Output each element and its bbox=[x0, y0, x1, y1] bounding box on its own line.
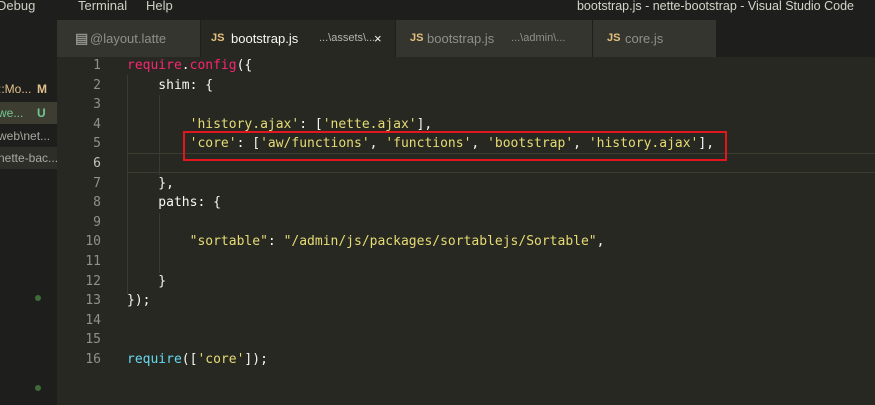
line-number: 4 bbox=[93, 116, 101, 132]
status-dot-icon bbox=[35, 295, 41, 301]
code-token: shim: { bbox=[127, 77, 214, 93]
red-highlight-box bbox=[183, 131, 727, 161]
menu-terminal[interactable]: Terminal bbox=[78, 0, 127, 16]
tab-label: core.js bbox=[625, 31, 664, 46]
git-status-badge: U bbox=[37, 106, 46, 120]
code-token: require bbox=[127, 58, 182, 73]
line-number: 8 bbox=[93, 195, 101, 211]
window-title: bootstrap.js - nette-bootstrap - Visual … bbox=[576, 0, 854, 13]
code-token: } bbox=[127, 273, 167, 289]
code-token: paths: { bbox=[127, 195, 221, 211]
code-line-2: shim: { bbox=[127, 76, 213, 96]
code-token: : [ bbox=[299, 116, 323, 132]
tab-core-js[interactable]: JS core.js bbox=[593, 20, 717, 57]
sidebar-item[interactable]: ::Mo... M bbox=[0, 78, 57, 100]
tab-bootstrap-assets[interactable]: JS bootstrap.js ...\assets\... × bbox=[201, 20, 396, 57]
sidebar-item-label: nette-bac... bbox=[0, 151, 57, 165]
line-number: 9 bbox=[93, 214, 101, 230]
line-number: 13 bbox=[85, 293, 101, 309]
tab-label: @layout.latte bbox=[90, 31, 167, 46]
code-token: ({ bbox=[236, 58, 253, 73]
tab-bar: ▤ @layout.latte JS bootstrap.js ...\asse… bbox=[57, 20, 875, 57]
line-number: 6 bbox=[93, 156, 101, 171]
tab-path: ...\admin\... bbox=[511, 32, 566, 44]
file-icon: ▤ bbox=[75, 30, 89, 46]
code-line-1: require.config({ bbox=[127, 56, 252, 76]
js-file-icon: JS bbox=[607, 32, 621, 44]
sidebar-item-label: web\net... bbox=[0, 129, 51, 143]
js-file-icon: JS bbox=[410, 32, 424, 44]
tab-label: bootstrap.js bbox=[231, 31, 299, 46]
sidebar-item[interactable]: we... U bbox=[0, 102, 57, 124]
code-token: }, bbox=[127, 175, 174, 191]
code-token: config bbox=[189, 58, 237, 73]
line-number: 5 bbox=[93, 136, 101, 152]
code-token: ([ bbox=[181, 352, 198, 367]
sidebar-item-label: we... bbox=[0, 106, 24, 120]
js-file-icon: JS bbox=[211, 32, 225, 44]
menu-debug[interactable]: Debug bbox=[0, 0, 35, 16]
sidebar-item[interactable]: nette-bac... bbox=[0, 147, 57, 169]
code-token: ], bbox=[416, 116, 433, 132]
line-number: 2 bbox=[93, 77, 101, 93]
tab-bootstrap-admin[interactable]: JS bootstrap.js ...\admin\... bbox=[396, 20, 593, 57]
git-status-badge: M bbox=[37, 82, 47, 96]
line-number: 16 bbox=[85, 352, 101, 367]
code-line-7: }, bbox=[127, 174, 174, 194]
code-line-12: } bbox=[127, 272, 166, 292]
code-line-8: paths: { bbox=[127, 193, 221, 213]
code-token: 'history.ajax' bbox=[189, 116, 300, 132]
line-number: 1 bbox=[93, 58, 101, 73]
tab-label: bootstrap.js bbox=[427, 31, 495, 46]
title-bar: Debug Terminal Help bootstrap.js - nette… bbox=[0, 0, 875, 20]
line-number: 12 bbox=[85, 273, 101, 289]
code-line-13: }); bbox=[127, 291, 150, 311]
explorer-sidebar: ::Mo... M we... U web\net... nette-bac..… bbox=[0, 20, 57, 405]
code-token: "/admin/js/packages/sortablejs/Sortable" bbox=[283, 234, 597, 250]
line-number: 11 bbox=[85, 254, 101, 269]
tab-path: ...\assets\... bbox=[319, 32, 376, 44]
code-editor[interactable]: 1 2 3 4 5 6 7 8 9 10 11 12 13 14 15 16 r… bbox=[57, 57, 875, 405]
line-number: 14 bbox=[85, 312, 101, 328]
code-token: : bbox=[267, 234, 284, 250]
tab-layout-latte[interactable]: ▤ @layout.latte bbox=[57, 20, 201, 57]
code-line-10: "sortable": "/admin/js/packages/sortable… bbox=[127, 232, 605, 252]
code-token: 'nette.ajax' bbox=[322, 116, 417, 132]
code-token: ]); bbox=[244, 352, 268, 367]
code-token: require bbox=[127, 352, 182, 367]
sidebar-item[interactable]: web\net... bbox=[0, 125, 57, 147]
code-token: . bbox=[181, 58, 190, 73]
code-token: , bbox=[596, 234, 605, 250]
line-number: 7 bbox=[93, 175, 101, 191]
line-number: 15 bbox=[85, 332, 101, 348]
line-number: 3 bbox=[93, 97, 101, 113]
code-token: }); bbox=[127, 293, 151, 309]
line-number: 10 bbox=[85, 234, 101, 250]
sidebar-item-label: ::Mo... bbox=[0, 82, 32, 96]
menu-help[interactable]: Help bbox=[146, 0, 173, 16]
code-token: 'core' bbox=[197, 352, 245, 367]
status-dot-icon bbox=[35, 385, 41, 391]
code-line-16: require(['core']); bbox=[127, 350, 268, 370]
close-icon[interactable]: × bbox=[374, 20, 382, 57]
code-token: "sortable" bbox=[189, 234, 268, 250]
